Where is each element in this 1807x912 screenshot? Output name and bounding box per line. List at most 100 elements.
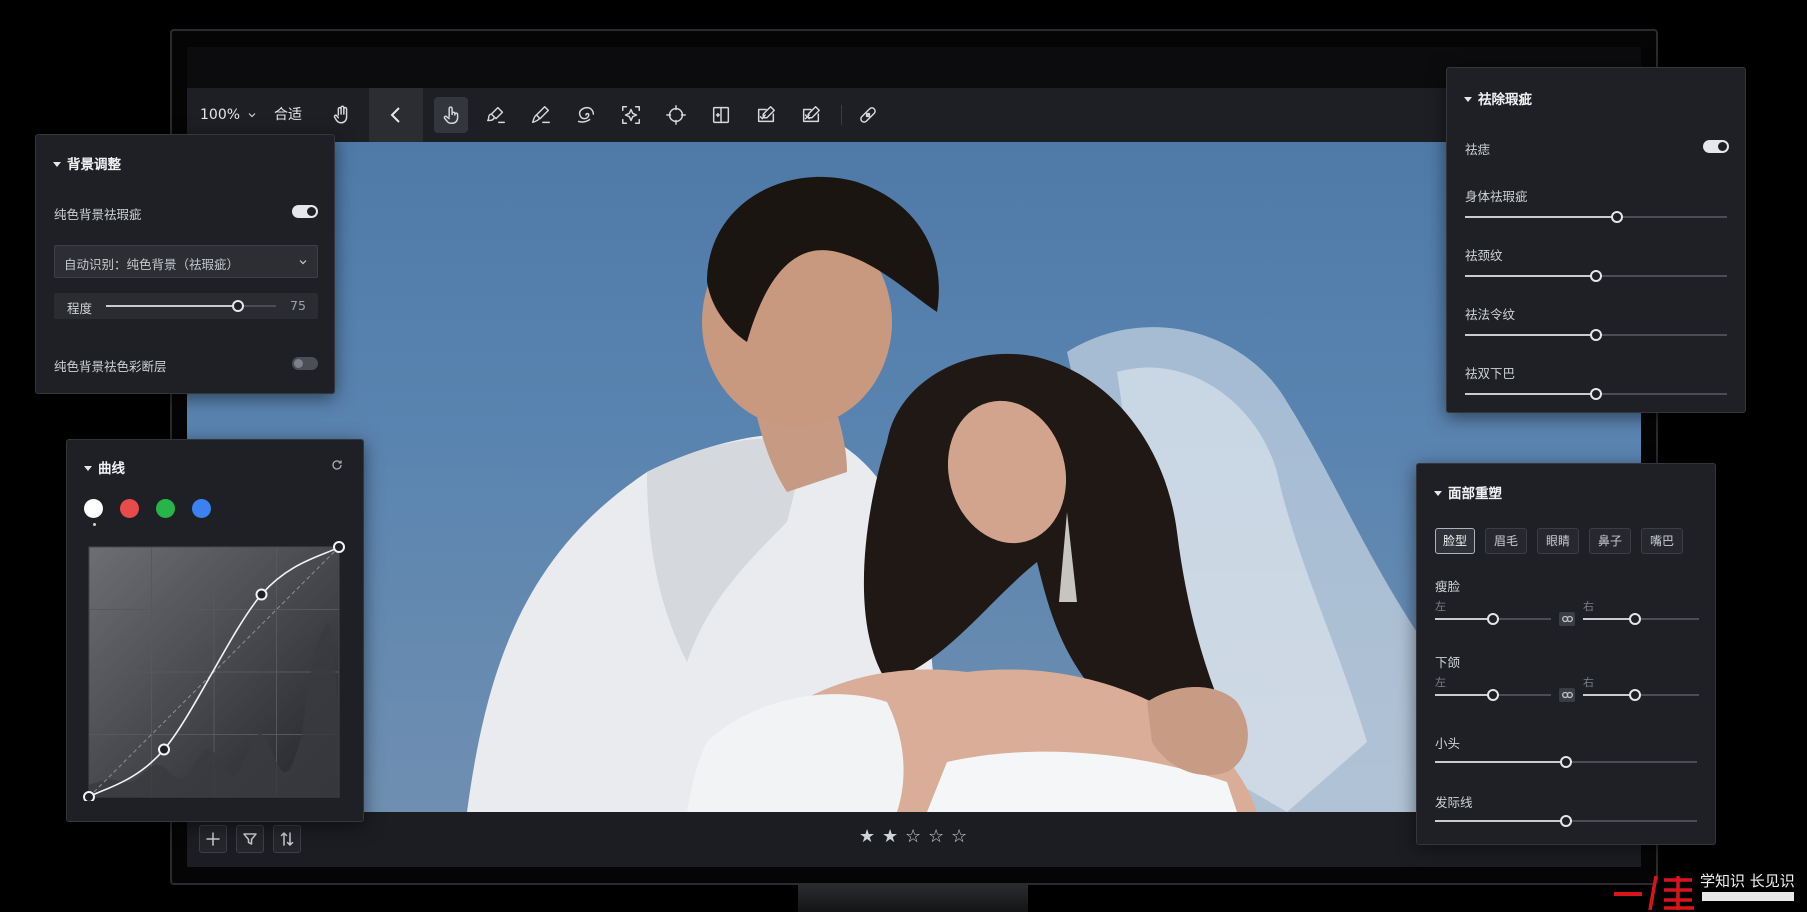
face-slider-label: 小头 [1435, 736, 1461, 751]
face-single-slider-thumb[interactable] [1560, 815, 1572, 827]
face-right-slider-thumb[interactable] [1629, 613, 1641, 625]
blemish-slider-fill [1465, 334, 1596, 336]
degree-slider-thumb[interactable] [232, 300, 244, 312]
channel-swatch[interactable] [84, 499, 103, 518]
right-side-label: 右 [1583, 676, 1594, 689]
brush-icon [487, 106, 505, 124]
toggle-knob [1718, 142, 1727, 151]
channel-swatch[interactable] [156, 499, 175, 518]
hand-tool-button[interactable] [325, 97, 359, 133]
star-empty-icon[interactable]: ☆ [951, 826, 967, 847]
panel-title: 曲线 [98, 461, 125, 477]
auto-detect-dropdown[interactable]: 自动识别：纯色背景（祛瑕疵） [54, 245, 318, 278]
edit-check-icon [757, 106, 775, 123]
panel-title: 祛除瑕疵 [1478, 92, 1532, 108]
curve-graph[interactable] [83, 541, 353, 801]
chevron-down-icon [249, 113, 256, 118]
panel-header[interactable]: 背景调整 [53, 153, 121, 173]
solid-bg-banding-label: 纯色背景祛色彩断层 [54, 359, 167, 374]
add-button[interactable] [199, 825, 227, 853]
link-button[interactable] [1559, 612, 1575, 626]
edit-check-tool-button[interactable] [749, 97, 783, 133]
face-left-slider-thumb[interactable] [1487, 613, 1499, 625]
blemish-slider-thumb[interactable] [1590, 329, 1602, 341]
sparkle-tool-button[interactable] [614, 97, 648, 133]
left-side-label: 左 [1435, 600, 1446, 613]
brush-pen-tool-button[interactable] [524, 97, 558, 133]
solid-bg-banding-toggle[interactable] [292, 357, 318, 370]
panel-header[interactable]: 面部重塑 [1434, 482, 1502, 502]
curve-control-point[interactable] [158, 743, 170, 756]
star-filled-icon[interactable]: ★ [859, 826, 875, 847]
back-icon [390, 107, 400, 123]
channel-swatch[interactable] [192, 499, 211, 518]
blemish-slider-label: 祛法令纹 [1465, 307, 1516, 322]
brush-tool-button[interactable] [479, 97, 513, 133]
face-left-slider-fill [1435, 694, 1493, 696]
face-reshape-panel: 面部重塑 脸型 眉毛 眼睛 鼻子 嘴巴 瘦脸左右下颌左右小头 发际线 [1416, 463, 1716, 845]
face-right-slider-track[interactable] [1583, 618, 1699, 620]
face-right-slider-fill [1583, 618, 1635, 620]
touch-tool-button[interactable] [434, 97, 468, 133]
solid-bg-blemish-toggle[interactable] [292, 205, 318, 218]
blemish-slider-thumb[interactable] [1590, 270, 1602, 282]
swirl-icon [577, 106, 595, 123]
link-icon [1561, 615, 1573, 623]
filter-icon [243, 833, 257, 845]
reset-icon[interactable] [330, 458, 344, 472]
face-right-slider-fill [1583, 694, 1635, 696]
panel-header[interactable]: 祛除瑕疵 [1464, 88, 1532, 108]
face-single-slider-thumb[interactable] [1560, 756, 1572, 768]
solid-bg-blemish-label: 纯色背景祛瑕疵 [54, 207, 142, 222]
crosshair-tool-button[interactable] [659, 97, 693, 133]
watermark-text: 学知识 长见识 [1700, 872, 1795, 890]
sort-button[interactable] [273, 825, 301, 853]
blemish-slider-thumb[interactable] [1611, 211, 1623, 223]
face-part-tabs: 脸型 眉毛 眼睛 鼻子 嘴巴 [1435, 528, 1699, 554]
face-tab[interactable]: 嘴巴 [1641, 528, 1683, 554]
blemish-slider-thumb[interactable] [1590, 388, 1602, 400]
crosshair-icon [666, 105, 686, 125]
curve-control-point[interactable] [333, 541, 345, 553]
face-right-slider-thumb[interactable] [1629, 689, 1641, 701]
star-empty-icon[interactable]: ☆ [928, 826, 944, 847]
selected-channel-indicator [93, 523, 96, 526]
filter-button[interactable] [236, 825, 264, 853]
curve-control-point[interactable] [255, 588, 268, 601]
curve-control-point[interactable] [83, 791, 95, 801]
blemish-slider-track[interactable] [1465, 216, 1727, 218]
touch-icon [443, 106, 459, 124]
blemish-slider-label: 祛颈纹 [1465, 248, 1503, 263]
face-right-slider-track[interactable] [1583, 694, 1699, 696]
face-tab[interactable]: 眉毛 [1485, 528, 1527, 554]
degree-slider-track[interactable] [106, 305, 276, 307]
swirl-tool-button[interactable] [569, 97, 603, 133]
right-side-label: 右 [1583, 600, 1594, 613]
star-filled-icon[interactable]: ★ [882, 826, 898, 847]
face-tab[interactable]: 鼻子 [1589, 528, 1631, 554]
monitor-stand [798, 885, 1028, 912]
back-button[interactable] [369, 88, 423, 142]
face-tab[interactable]: 眼睛 [1537, 528, 1579, 554]
panel-header[interactable]: 曲线 [84, 457, 125, 477]
split-icon [712, 106, 730, 124]
split-tool-button[interactable] [704, 97, 738, 133]
blemish-slider-fill [1465, 393, 1596, 395]
left-side-label: 左 [1435, 676, 1446, 689]
channel-swatch[interactable] [120, 499, 139, 518]
bandage-tool-button[interactable] [851, 97, 885, 133]
toolbar: 100% 合适 [187, 88, 1641, 142]
face-tab[interactable]: 脸型 [1435, 528, 1475, 554]
panel-title: 背景调整 [67, 157, 121, 173]
face-left-slider-thumb[interactable] [1487, 689, 1499, 701]
mole-removal-toggle[interactable] [1703, 140, 1729, 153]
edit-x-tool-button[interactable] [794, 97, 828, 133]
sort-icon [280, 832, 294, 846]
face-single-slider-fill [1435, 761, 1566, 763]
dropdown-value: 自动识别：纯色背景（祛瑕疵） [64, 257, 240, 272]
degree-value: 75 [290, 298, 306, 313]
blemish-slider-label: 祛双下巴 [1465, 366, 1516, 381]
star-empty-icon[interactable]: ☆ [905, 826, 921, 847]
link-button[interactable] [1559, 688, 1575, 702]
face-single-slider-fill [1435, 820, 1566, 822]
